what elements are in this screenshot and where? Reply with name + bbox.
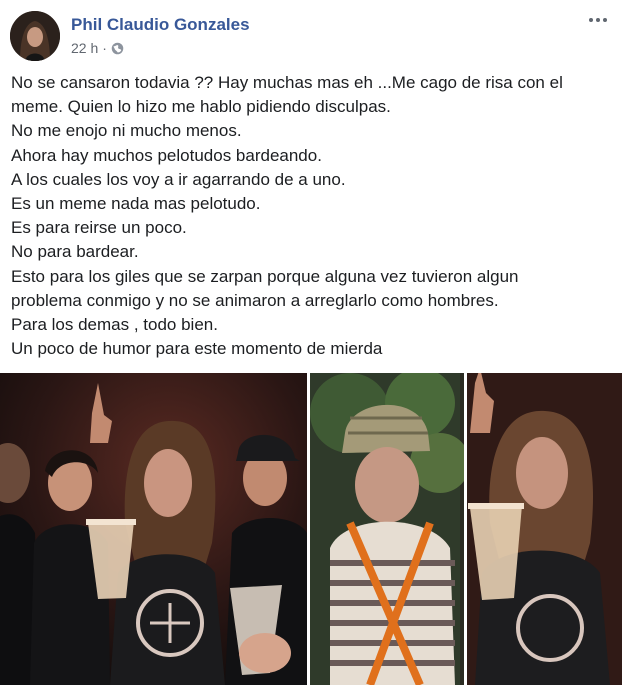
post-text-line: Es para reirse un poco.	[11, 218, 187, 238]
post-text-line: Esto para los giles que se zarpan porque…	[11, 266, 519, 286]
post-text-line: Un poco de humor para este momento de mi…	[11, 339, 383, 359]
more-dot	[589, 18, 593, 22]
globe-icon[interactable]	[111, 42, 124, 55]
post-text-line: Para los demas , todo bien.	[11, 315, 218, 335]
facebook-post: Phil Claudio Gonzales 22 h · No se cansa…	[0, 0, 622, 685]
post-text: No se cansaron todavia ?? Hay muchas mas…	[11, 71, 611, 361]
author-avatar[interactable]	[10, 11, 60, 61]
post-meta: 22 h ·	[71, 40, 124, 56]
post-text-line: No me enojo ni mucho menos.	[11, 121, 242, 141]
post-photo-right[interactable]	[310, 373, 622, 685]
more-dot	[596, 18, 600, 22]
post-timestamp[interactable]: 22 h	[71, 40, 98, 56]
meta-separator: ·	[102, 40, 107, 56]
post-text-line: problema conmigo y no se animaron a arre…	[11, 290, 499, 310]
post-text-line: A los cuales los voy a ir agarrando de a…	[11, 169, 346, 189]
post-text-line: No para bardear.	[11, 242, 139, 262]
post-text-line: Ahora hay muchos pelotudos bardeando.	[11, 145, 322, 165]
post-photo-left[interactable]	[0, 373, 307, 685]
post-text-line: meme. Quien lo hizo me hablo pidiendo di…	[11, 97, 391, 117]
more-options-icon[interactable]	[586, 10, 610, 30]
post-text-line: Es un meme nada mas pelotudo.	[11, 194, 261, 214]
author-name[interactable]: Phil Claudio Gonzales	[71, 15, 250, 35]
more-dot	[603, 18, 607, 22]
post-text-line: No se cansaron todavia ?? Hay muchas mas…	[11, 73, 563, 92]
